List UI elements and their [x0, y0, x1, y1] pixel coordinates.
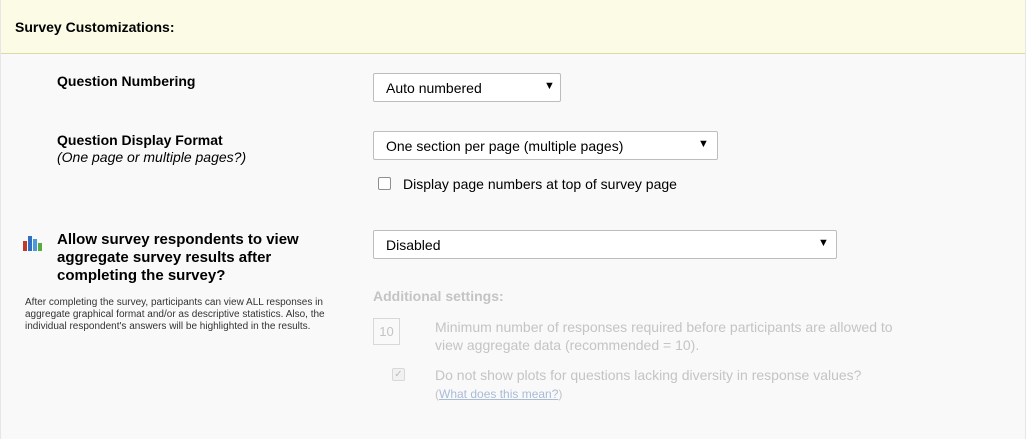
page-numbers-checkbox[interactable]	[378, 177, 391, 190]
min-responses-text-line1: Minimum number of responses required bef…	[435, 319, 893, 335]
caret-down-icon: ▼	[544, 80, 555, 92]
section-title: Survey Customizations:	[15, 19, 175, 35]
caret-down-icon: ▼	[818, 237, 829, 249]
min-responses-input[interactable]: 10	[373, 318, 400, 345]
aggregate-description: After completing the survey, participant…	[25, 297, 325, 332]
help-link-wrapper: (What does this mean?)	[435, 387, 562, 401]
aggregate-label-line1: Allow survey respondents to view	[57, 231, 299, 248]
question-numbering-value: Auto numbered	[386, 80, 482, 96]
section-header: Survey Customizations:	[1, 0, 1025, 54]
aggregate-value: Disabled	[386, 237, 441, 253]
caret-down-icon: ▼	[698, 138, 709, 150]
no-plots-label[interactable]: Do not show plots for questions lacking …	[435, 367, 861, 383]
aggregate-select[interactable]: Disabled ▼	[373, 230, 837, 259]
display-format-label: Question Display Format	[57, 132, 223, 148]
help-link-close-paren: )	[558, 387, 563, 401]
aggregate-label-line2: aggregate survey results after	[57, 249, 272, 266]
min-responses-text-line2: view aggregate data (recommended = 10).	[435, 337, 700, 353]
display-format-sublabel: (One page or multiple pages?)	[57, 149, 247, 165]
bar-chart-icon	[23, 236, 42, 251]
survey-customizations-panel: Survey Customizations: Question Numberin…	[0, 0, 1026, 439]
page-numbers-label[interactable]: Display page numbers at top of survey pa…	[403, 176, 677, 192]
display-format-value: One section per page (multiple pages)	[386, 138, 624, 154]
display-format-select[interactable]: One section per page (multiple pages) ▼	[373, 131, 718, 160]
no-plots-checkbox[interactable]: ✓	[392, 368, 405, 381]
aggregate-label-line3: completing the survey?	[57, 267, 226, 284]
what-does-this-mean-link[interactable]: What does this mean?	[439, 387, 558, 401]
additional-settings-title: Additional settings:	[373, 288, 504, 304]
question-numbering-select[interactable]: Auto numbered ▼	[373, 73, 561, 102]
question-numbering-label: Question Numbering	[57, 73, 196, 89]
